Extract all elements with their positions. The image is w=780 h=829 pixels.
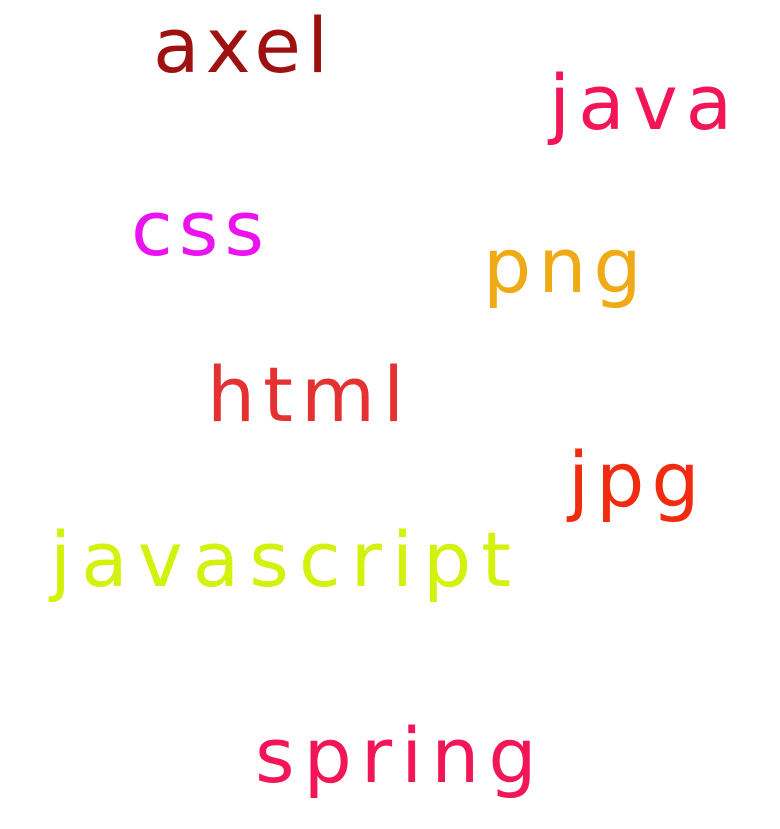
word-java: java	[549, 58, 741, 147]
word-png: png	[483, 221, 649, 310]
word-cloud: axel java css png html jpg javascript sp…	[0, 0, 780, 829]
word-css: css	[131, 184, 270, 273]
word-jpg: jpg	[568, 435, 707, 524]
word-axel: axel	[153, 1, 335, 90]
word-javascript: javascript	[50, 515, 522, 604]
word-html: html	[207, 350, 413, 439]
word-spring: spring	[255, 711, 546, 800]
